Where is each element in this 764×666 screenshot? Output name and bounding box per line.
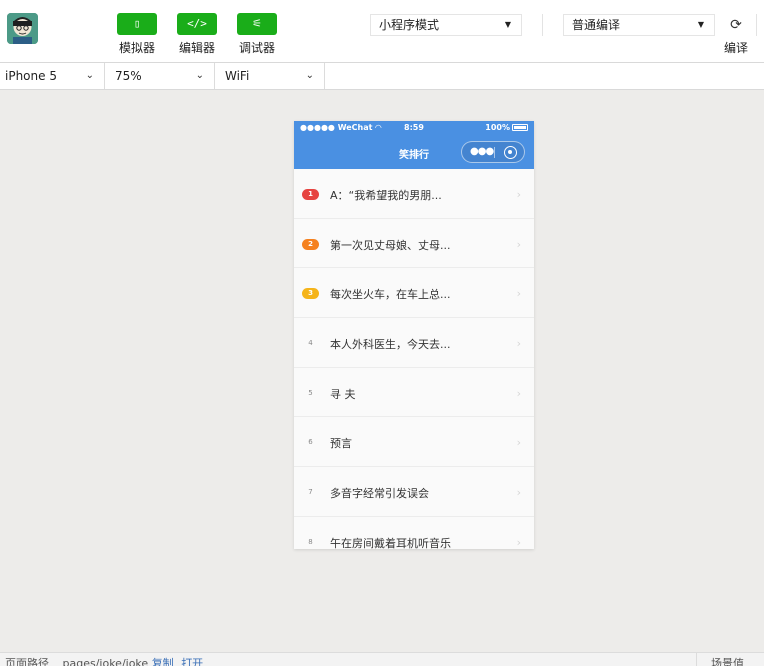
list-item[interactable]: 4 本人外科医生，今天去... › [294,318,534,368]
bottom-status-bar: 页面路径 pages/joke/joke 复制 打开 场景值 [0,652,764,666]
editor-button[interactable]: </> 编辑器 [173,13,221,55]
chevron-right-icon: › [516,237,521,251]
device-select[interactable]: iPhone 5 ⌄ [0,63,105,89]
chevron-right-icon: › [516,436,521,450]
rank-number: 7 [308,488,313,497]
list-item-title: 多音字经常引发误会 [330,487,429,501]
device-bar: iPhone 5 ⌄ 75% ⌄ WiFi ⌄ [0,63,764,90]
code-icon: </> [177,13,217,35]
carrier-label: ●●●●● WeChat ◠ [300,123,382,132]
debugger-button[interactable]: ⚟ 调试器 [233,13,281,55]
chevron-down-icon: ⌄ [85,70,94,81]
more-icon[interactable]: ●●● [470,146,494,158]
list-item-title: 午在房间戴着耳机听音乐 [330,536,451,549]
zoom-select[interactable]: 75% ⌄ [105,63,215,89]
nav-bar: 笑排行 ●●● [294,136,534,169]
rank-number: 5 [308,388,313,397]
editor-label: 编辑器 [178,41,215,55]
caret-down-icon: ▼ [697,20,704,29]
chevron-right-icon: › [516,386,521,400]
debugger-label: 调试器 [238,41,275,55]
rank-badge: 1 [302,189,319,200]
compile-label: 编译 [723,41,748,55]
list-item-title: 本人外科医生，今天去... [330,338,451,352]
chevron-right-icon: › [516,337,521,351]
simulator-button[interactable]: ▯ 模拟器 [113,13,161,55]
zoom-select-value: 75% [115,69,142,83]
compile-button[interactable]: ⟳ 编译 [718,14,754,56]
network-select-value: WiFi [225,69,250,83]
list-item[interactable]: 5 寻 夫 › [294,368,534,418]
rank-number: 4 [308,339,313,348]
capsule-divider [494,147,495,158]
list-item-title: 第一次见丈母娘、丈母... [330,238,451,252]
chevron-right-icon: › [516,486,521,500]
phone-simulator: ●●●●● WeChat ◠ 8:59 100% 笑排行 ●●● 1 A：“我希望… [294,121,534,549]
mode-select[interactable]: 小程序模式 ▼ [370,14,522,36]
wifi-icon: ◠ [375,123,382,132]
network-select[interactable]: WiFi ⌄ [215,63,325,89]
list-item[interactable]: 8 午在房间戴着耳机听音乐 › [294,517,534,549]
list-item[interactable]: 7 多音字经常引发误会 › [294,467,534,517]
user-avatar[interactable] [7,13,38,44]
refresh-icon: ⟳ [730,17,742,33]
mode-select-value: 小程序模式 [379,18,440,32]
list-item[interactable]: 6 预言 › [294,417,534,468]
chevron-right-icon: › [516,535,521,549]
scene-value-label[interactable]: 场景值 [696,653,744,666]
compile-select-value: 普通编译 [572,18,621,32]
toolbar-divider [756,14,757,36]
capsule-menu[interactable]: ●●● [461,141,525,163]
page-path-value: pages/joke/joke [62,657,149,666]
list-item-title: A：“我希望我的男朋... [330,189,442,202]
list-item-title: 每次坐火车，在车上总... [330,288,451,302]
open-link[interactable]: 打开 [181,657,203,666]
status-time: 8:59 [404,123,424,132]
chevron-right-icon: › [516,188,521,201]
page-path-label: 页面路径 [5,657,49,666]
status-bar: ●●●●● WeChat ◠ 8:59 100% [294,121,534,136]
top-toolbar: ▯ 模拟器 </> 编辑器 ⚟ 调试器 小程序模式 ▼ 普通编译 ▼ ⟳ 编译 [0,0,764,63]
rank-badge: 2 [302,238,319,250]
close-circle-icon[interactable] [504,146,517,159]
rank-number: 6 [308,438,313,447]
rank-badge: 3 [302,288,319,300]
device-select-value: iPhone 5 [5,69,57,83]
chevron-down-icon: ⌄ [305,70,314,81]
simulator-label: 模拟器 [118,41,155,55]
chevron-down-icon: ⌄ [195,70,204,81]
list-item[interactable]: 1 A：“我希望我的男朋... › [294,169,534,219]
battery-indicator: 100% [485,123,528,132]
chevron-right-icon: › [516,287,521,301]
phone-icon: ▯ [117,13,157,35]
sliders-icon: ⚟ [237,13,277,35]
list-item-title: 寻 夫 [330,387,356,401]
battery-icon [512,124,528,131]
list-item[interactable]: 3 每次坐火车，在车上总... › [294,268,534,319]
copy-link[interactable]: 复制 [152,657,174,666]
joke-list: 1 A：“我希望我的男朋... › 2 第一次见丈母娘、丈母... › 3 每次坐火车，在车上… [294,169,534,549]
rank-number: 8 [308,537,313,546]
list-item-title: 预言 [330,437,352,451]
compile-select[interactable]: 普通编译 ▼ [563,14,715,36]
caret-down-icon: ▼ [504,20,511,29]
page-path: 页面路径 pages/joke/joke 复制 打开 [5,655,203,666]
list-item[interactable]: 2 第一次见丈母娘、丈母... › [294,219,534,269]
toolbar-divider [542,14,543,36]
